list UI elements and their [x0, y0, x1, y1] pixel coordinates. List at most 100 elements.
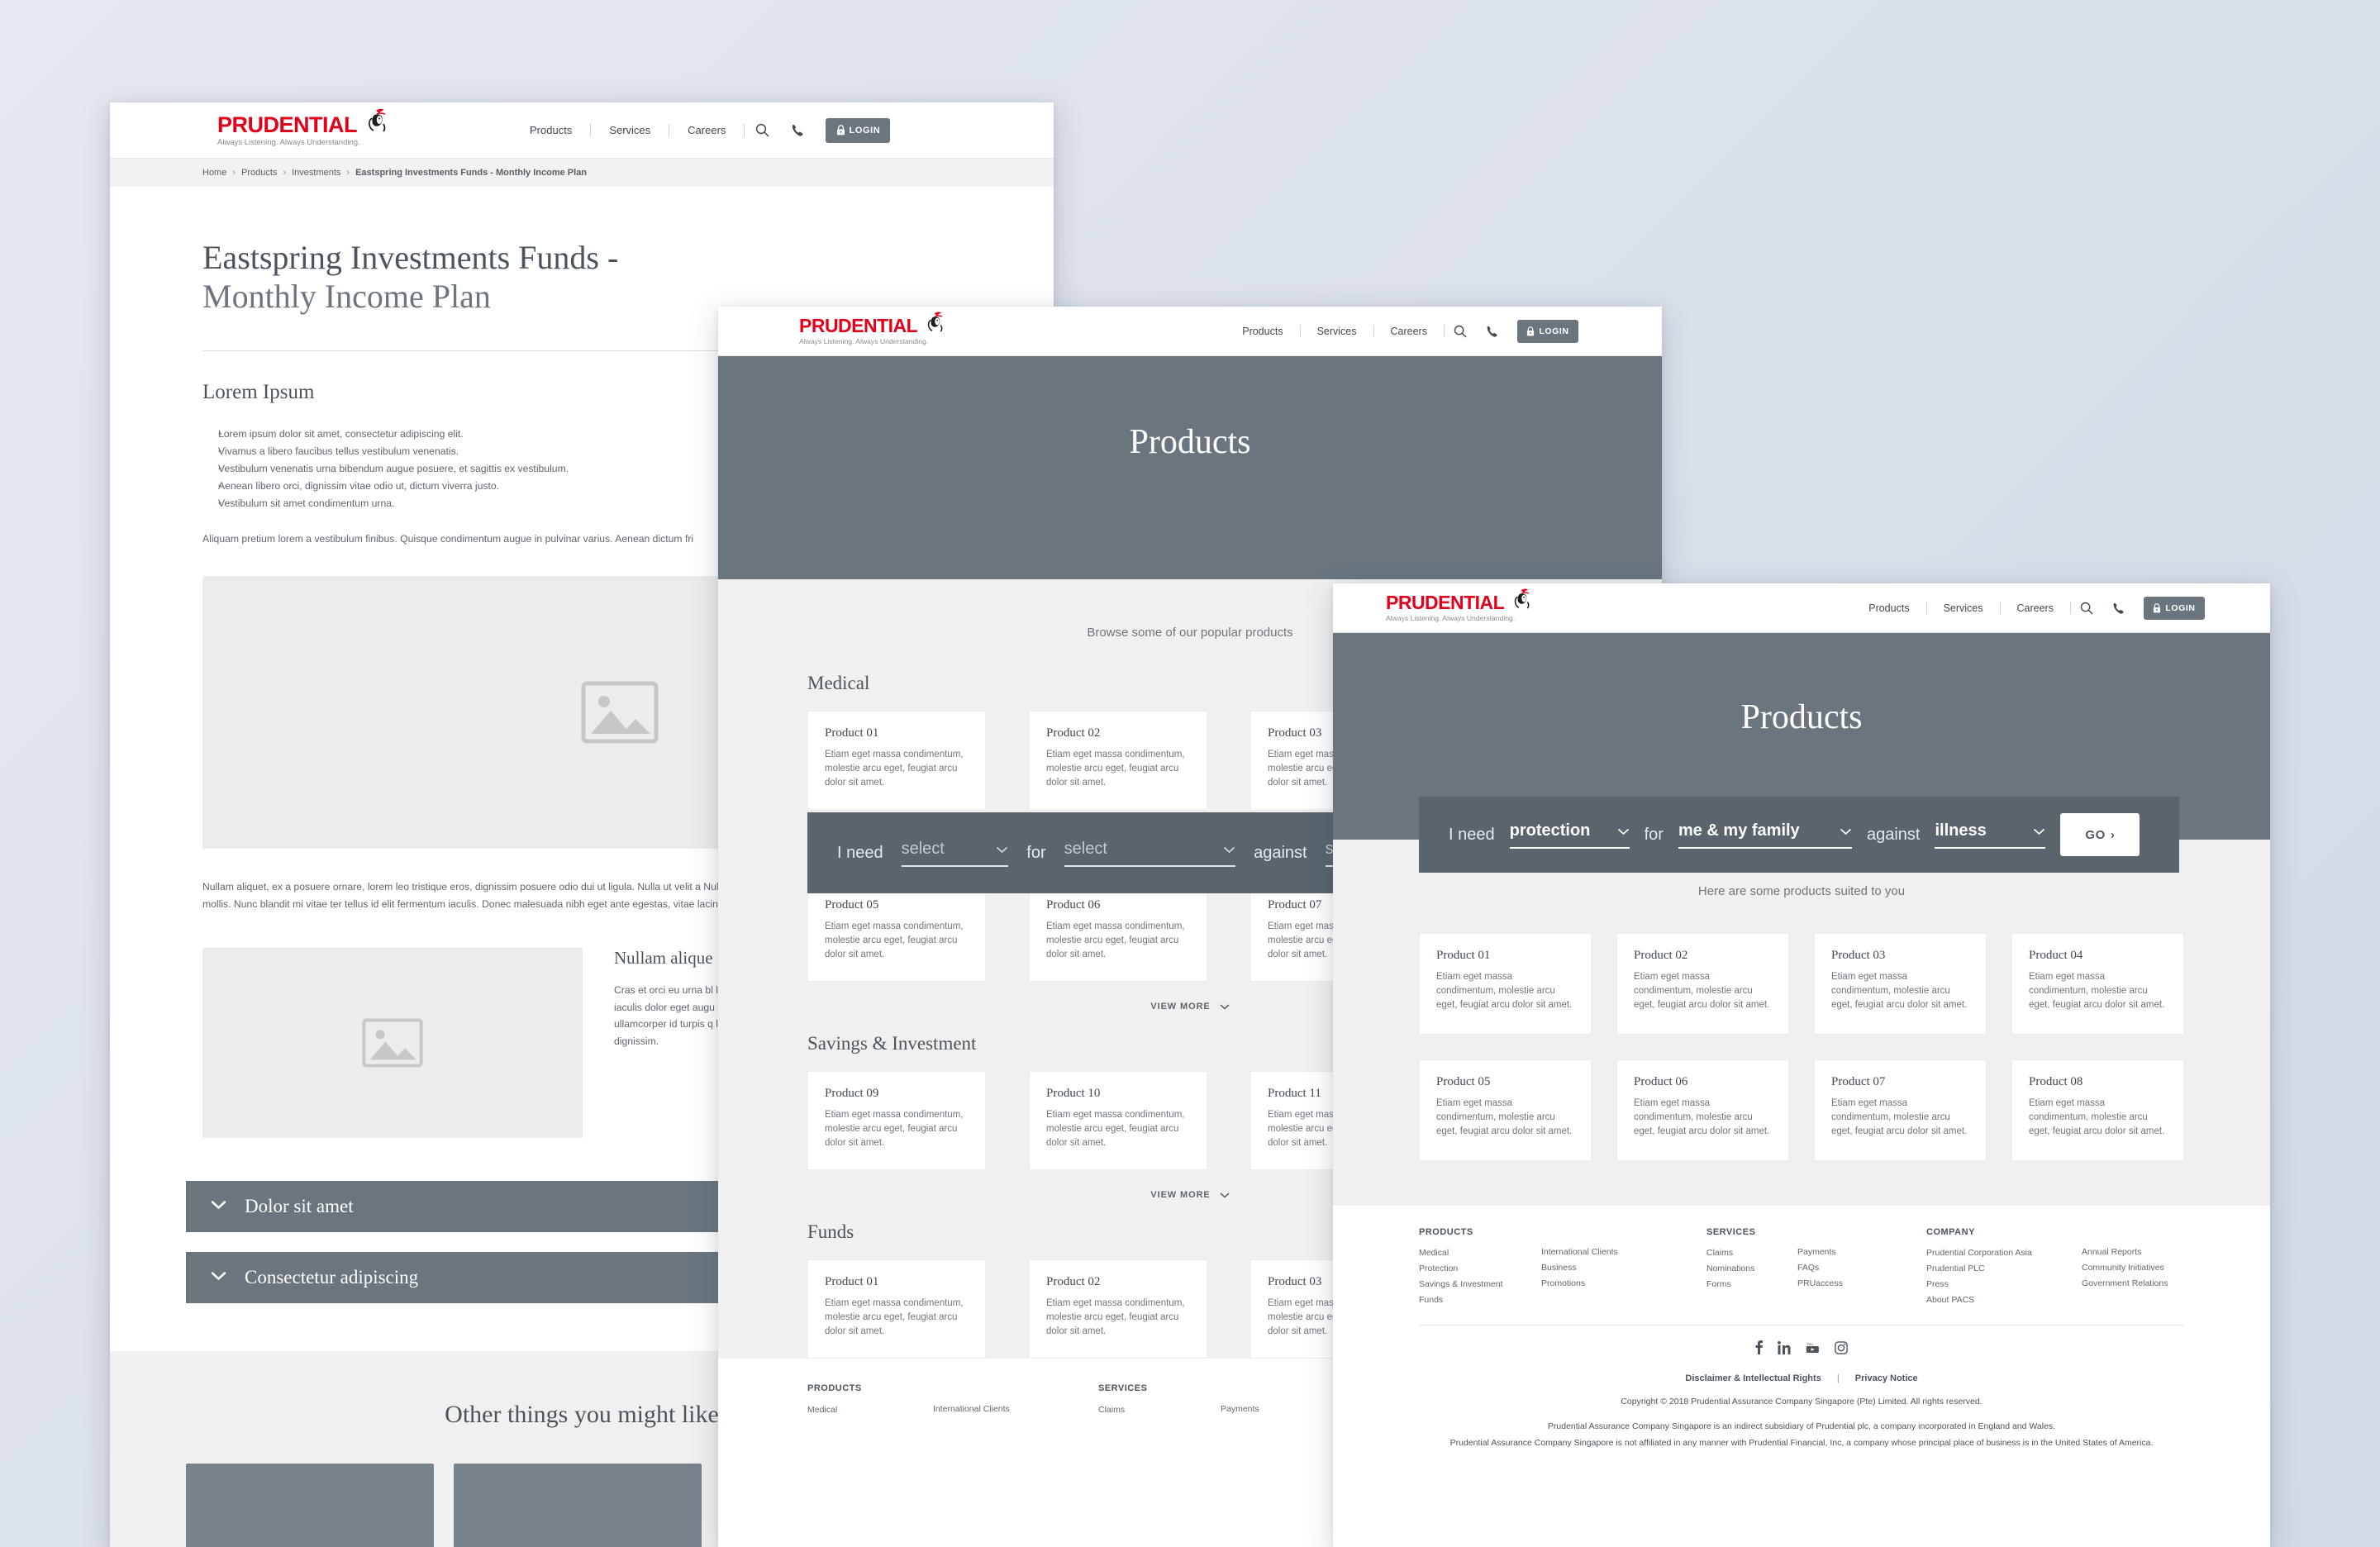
related-tile[interactable] — [186, 1464, 434, 1547]
search-icon[interactable] — [2071, 602, 2102, 615]
product-card[interactable]: Product 03 Etiam eget massa condimentum,… — [1814, 933, 1987, 1035]
search-icon[interactable] — [1445, 325, 1476, 338]
finder-select-for[interactable]: me & my family — [1678, 821, 1852, 849]
login-button[interactable]: LOGIN — [2143, 596, 2205, 620]
product-card-desc: Etiam eget massa condimentum, molestie a… — [1046, 921, 1185, 959]
product-card-desc: Etiam eget massa condimentum, molestie a… — [2029, 1098, 2165, 1136]
product-card[interactable]: Product 05 Etiam eget massa condimentum,… — [1419, 1059, 1592, 1161]
footer-link[interactable]: Forms — [1706, 1279, 1797, 1289]
nav-item-services[interactable]: Services — [1301, 326, 1373, 337]
footer-link[interactable]: About PACS — [1926, 1295, 2082, 1305]
phone-icon[interactable] — [779, 123, 814, 137]
footer-link[interactable]: Medical — [1419, 1248, 1541, 1258]
footer-link[interactable]: Annual Reports — [2082, 1247, 2168, 1257]
finder-select-need[interactable]: select — [901, 840, 1009, 867]
product-card[interactable]: Product 01 Etiam eget massa condimentum,… — [807, 711, 986, 810]
footer-link[interactable]: Payments — [1797, 1247, 1843, 1257]
footer-link[interactable]: International Clients — [933, 1404, 1010, 1414]
youtube-icon[interactable]: You — [1806, 1341, 1820, 1358]
related-tile[interactable] — [454, 1464, 702, 1547]
product-card-desc: Etiam eget massa condimentum, molestie a… — [1634, 1098, 1770, 1136]
nav-links: Products Services Careers LOGIN — [512, 117, 891, 143]
phone-icon[interactable] — [1476, 325, 1507, 338]
instagram-icon[interactable] — [1835, 1340, 1848, 1359]
product-card[interactable]: Product 09 Etiam eget massa condimentum,… — [807, 1071, 986, 1170]
chevron-down-icon — [1223, 840, 1235, 859]
nav-item-careers[interactable]: Careers — [2001, 602, 2070, 614]
search-icon[interactable] — [745, 123, 779, 137]
footer-heading: PRODUCTS — [1419, 1227, 1473, 1237]
chevron-down-icon — [1220, 1002, 1230, 1011]
footer-link[interactable]: Community Initiatives — [2082, 1263, 2168, 1273]
disclaimer-link[interactable]: Disclaimer & Intellectual Rights — [1685, 1373, 1821, 1383]
finder-select-for[interactable]: select — [1064, 840, 1236, 867]
nav-item-products[interactable]: Products — [1852, 602, 1925, 614]
login-button[interactable]: LOGIN — [826, 117, 891, 143]
product-card-title: Product 08 — [2029, 1075, 2083, 1088]
footer-link[interactable]: Promotions — [1541, 1278, 1618, 1288]
product-card[interactable]: Product 02 Etiam eget massa condimentum,… — [1029, 711, 1207, 810]
product-card[interactable]: Product 06 Etiam eget massa condimentum,… — [1029, 883, 1207, 982]
footer-link[interactable]: Claims — [1706, 1248, 1797, 1258]
finder-select-against[interactable]: illness — [1935, 821, 2046, 849]
footer-link[interactable]: Protection — [1419, 1264, 1541, 1273]
finder-select-for-value: me & my family — [1678, 821, 1800, 840]
product-card[interactable]: Product 04 Etiam eget massa condimentum,… — [2011, 933, 2184, 1035]
footer-link[interactable]: PRUaccess — [1797, 1278, 1843, 1288]
breadcrumb-item-investments[interactable]: Investments — [292, 168, 340, 178]
footer-link[interactable]: FAQs — [1797, 1263, 1843, 1273]
product-card-desc: Etiam eget massa condimentum, molestie a… — [1436, 1098, 1573, 1136]
breadcrumb-item-products[interactable]: Products — [241, 168, 277, 178]
hero-title: Products — [1129, 423, 1251, 461]
product-card[interactable]: Product 05 Etiam eget massa condimentum,… — [807, 883, 986, 982]
linkedin-icon[interactable] — [1778, 1340, 1791, 1359]
footer-link[interactable]: Government Relations — [2082, 1278, 2168, 1288]
product-card-desc: Etiam eget massa condimentum, molestie a… — [1436, 972, 1573, 1010]
footer-link[interactable]: Claims — [1098, 1405, 1221, 1415]
product-card-desc: Etiam eget massa condimentum, molestie a… — [825, 921, 964, 959]
footer-link[interactable]: Press — [1926, 1279, 2082, 1289]
finder-label-need: I need — [1449, 825, 1495, 844]
login-button[interactable]: LOGIN — [1516, 319, 1578, 343]
footer-link[interactable]: Prudential Corporation Asia — [1926, 1248, 2082, 1258]
footer-link[interactable]: Business — [1541, 1263, 1618, 1273]
nav-item-services[interactable]: Services — [1927, 602, 2000, 614]
product-card[interactable]: Product 02 Etiam eget massa condimentum,… — [1616, 933, 1789, 1035]
finder-select-need[interactable]: protection — [1509, 821, 1630, 849]
privacy-notice-link[interactable]: Privacy Notice — [1855, 1373, 1918, 1383]
product-finder-bar: I need protection for me & my family aga… — [1419, 797, 2179, 873]
nav-item-products[interactable]: Products — [512, 124, 590, 136]
footer-link[interactable]: Prudential PLC — [1926, 1264, 2082, 1273]
facebook-icon[interactable] — [1755, 1340, 1763, 1359]
page-title-line1: Eastspring Investments Funds - — [202, 239, 619, 276]
breadcrumb-item-home[interactable]: Home — [202, 168, 226, 178]
footer-link[interactable]: International Clients — [1541, 1247, 1618, 1257]
phone-icon[interactable] — [2102, 602, 2134, 615]
nav-item-careers[interactable]: Careers — [669, 124, 744, 136]
go-button[interactable]: GO › — [2060, 813, 2140, 856]
nav-item-careers[interactable]: Careers — [1374, 326, 1444, 337]
brand-logo[interactable]: PRUDENTIAL Always Listening. Always Unde… — [217, 108, 388, 147]
product-card[interactable]: Product 08 Etiam eget massa condimentum,… — [2011, 1059, 2184, 1161]
product-card[interactable]: Product 01 Etiam eget massa condimentum,… — [1419, 933, 1592, 1035]
footer-link[interactable]: Savings & Investment — [1419, 1279, 1541, 1289]
breadcrumb-separator: › — [346, 168, 350, 178]
footer-link[interactable]: Nominations — [1706, 1264, 1797, 1273]
footer-link[interactable]: Payments — [1221, 1404, 1259, 1414]
product-card[interactable]: Product 01 Etiam eget massa condimentum,… — [807, 1259, 986, 1359]
product-card[interactable]: Product 10 Etiam eget massa condimentum,… — [1029, 1071, 1207, 1170]
product-card-title: Product 05 — [1436, 1075, 1491, 1088]
brand-logo[interactable]: PRUDENTIAL Always Listening. Always Unde… — [1386, 588, 1531, 622]
product-card-desc: Etiam eget massa condimentum, molestie a… — [825, 1298, 964, 1336]
product-card[interactable]: Product 06 Etiam eget massa condimentum,… — [1616, 1059, 1789, 1161]
product-card[interactable]: Product 02 Etiam eget massa condimentum,… — [1029, 1259, 1207, 1359]
view-more-label: VIEW MORE — [1150, 1002, 1211, 1011]
window3-content: Here are some products suited to you Pro… — [1333, 840, 2270, 1206]
footer-link[interactable]: Medical — [807, 1405, 933, 1415]
product-card[interactable]: Product 07 Etiam eget massa condimentum,… — [1814, 1059, 1987, 1161]
nav-item-services[interactable]: Services — [591, 124, 669, 136]
footer-link[interactable]: Funds — [1419, 1295, 1541, 1305]
nav-item-products[interactable]: Products — [1226, 326, 1299, 337]
brand-logo[interactable]: PRUDENTIAL Always Listening. Always Unde… — [799, 312, 945, 345]
image-placeholder-icon — [362, 1018, 423, 1068]
